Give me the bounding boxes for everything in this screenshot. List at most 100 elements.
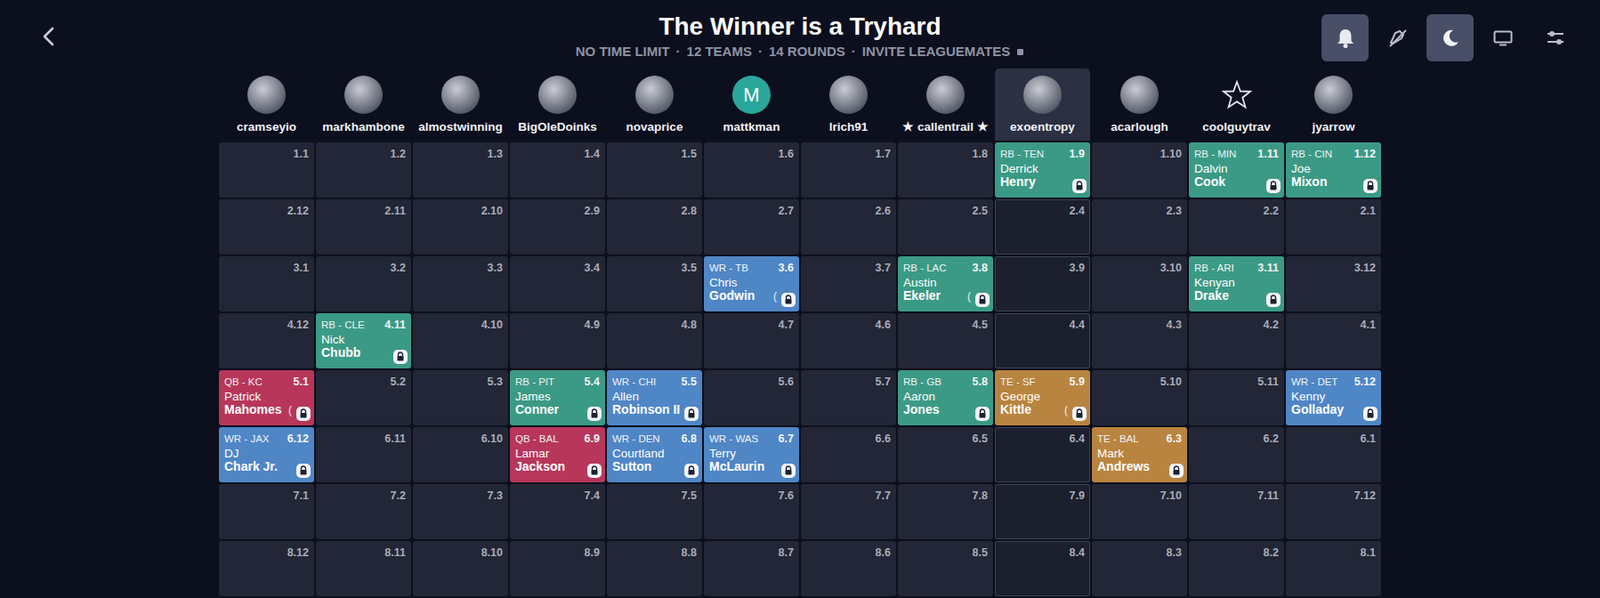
- pick-cell[interactable]: WR - TB 3.6 Chris Godwin (: [703, 256, 800, 312]
- pick-cell[interactable]: 8.7: [703, 541, 800, 597]
- pick-cell[interactable]: 2.6: [800, 199, 897, 255]
- pick-cell[interactable]: 2.4: [994, 199, 1091, 255]
- pick-cell[interactable]: 6.4: [994, 427, 1091, 483]
- pick-cell[interactable]: 7.1: [218, 484, 315, 540]
- pick-cell[interactable]: 7.5: [606, 484, 703, 540]
- pick-cell[interactable]: 5.11: [1188, 370, 1285, 426]
- team-header[interactable]: ★ callentrail ★: [897, 68, 994, 141]
- pick-cell[interactable]: 7.2: [315, 484, 412, 540]
- pick-cell[interactable]: 3.2: [315, 256, 412, 312]
- pick-cell[interactable]: 7.7: [800, 484, 897, 540]
- pick-cell[interactable]: 3.7: [800, 256, 897, 312]
- pick-cell[interactable]: 6.5: [897, 427, 994, 483]
- pick-cell[interactable]: 3.3: [412, 256, 509, 312]
- pick-cell[interactable]: 4.2: [1188, 313, 1285, 369]
- team-header[interactable]: coolguytrav: [1188, 68, 1285, 141]
- pick-cell[interactable]: 2.8: [606, 199, 703, 255]
- pick-cell[interactable]: 2.5: [897, 199, 994, 255]
- mute-button[interactable]: [1373, 14, 1422, 62]
- pick-cell[interactable]: RB - PIT 5.4 James Conner: [509, 370, 606, 426]
- pick-cell[interactable]: RB - CLE 4.11 Nick Chubb: [315, 313, 412, 369]
- pick-cell[interactable]: WR - JAX 6.12 DJ Chark Jr.: [218, 427, 315, 483]
- team-header[interactable]: cramseyio: [218, 68, 315, 141]
- pick-cell[interactable]: 4.7: [703, 313, 800, 369]
- pick-cell[interactable]: 4.1: [1285, 313, 1382, 369]
- pick-cell[interactable]: RB - LAC 3.8 Austin Ekeler (: [897, 256, 994, 312]
- pick-cell[interactable]: 2.11: [315, 199, 412, 255]
- back-button[interactable]: [39, 24, 59, 49]
- team-header[interactable]: jyarrow: [1285, 68, 1382, 141]
- pick-cell[interactable]: 7.3: [412, 484, 509, 540]
- pick-cell[interactable]: TE - SF 5.9 George Kittle (: [994, 370, 1091, 426]
- pick-cell[interactable]: 1.2: [315, 142, 412, 198]
- pick-cell[interactable]: 1.6: [703, 142, 800, 198]
- pick-cell[interactable]: 4.3: [1091, 313, 1188, 369]
- pick-cell[interactable]: 8.11: [315, 541, 412, 597]
- bell-button[interactable]: [1321, 14, 1369, 62]
- pick-cell[interactable]: 1.3: [412, 142, 509, 198]
- pick-cell[interactable]: 5.7: [800, 370, 897, 426]
- moon-button[interactable]: [1426, 14, 1474, 62]
- team-header[interactable]: BigOleDoinks: [509, 68, 606, 141]
- pick-cell[interactable]: 3.10: [1091, 256, 1188, 312]
- team-header[interactable]: M mattkman: [703, 68, 800, 141]
- pick-cell[interactable]: WR - DEN 6.8 Courtland Sutton: [606, 427, 703, 483]
- pick-cell[interactable]: RB - TEN 1.9 Derrick Henry: [994, 142, 1091, 198]
- pick-cell[interactable]: 7.4: [509, 484, 606, 540]
- pick-cell[interactable]: WR - WAS 6.7 Terry McLaurin: [703, 427, 800, 483]
- pick-cell[interactable]: 6.1: [1285, 427, 1382, 483]
- team-header[interactable]: lrich91: [800, 68, 897, 141]
- pick-cell[interactable]: 3.12: [1285, 256, 1382, 312]
- pick-cell[interactable]: 6.10: [412, 427, 509, 483]
- pick-cell[interactable]: 6.11: [315, 427, 412, 483]
- pick-cell[interactable]: 7.11: [1188, 484, 1285, 540]
- pick-cell[interactable]: 6.2: [1188, 427, 1285, 483]
- pick-cell[interactable]: 2.10: [412, 199, 509, 255]
- pick-cell[interactable]: 8.9: [509, 541, 606, 597]
- pick-cell[interactable]: 8.5: [897, 541, 994, 597]
- pick-cell[interactable]: 2.9: [509, 199, 606, 255]
- pick-cell[interactable]: 7.12: [1285, 484, 1382, 540]
- pick-cell[interactable]: 8.10: [412, 541, 509, 597]
- pick-cell[interactable]: 1.7: [800, 142, 897, 198]
- pick-cell[interactable]: 4.8: [606, 313, 703, 369]
- pick-cell[interactable]: 8.1: [1285, 541, 1382, 597]
- pick-cell[interactable]: 5.2: [315, 370, 412, 426]
- pick-cell[interactable]: 1.8: [897, 142, 994, 198]
- pick-cell[interactable]: 8.2: [1188, 541, 1285, 597]
- pick-cell[interactable]: QB - BAL 6.9 Lamar Jackson: [509, 427, 606, 483]
- pick-cell[interactable]: 3.9: [994, 256, 1091, 312]
- pick-cell[interactable]: 4.5: [897, 313, 994, 369]
- pick-cell[interactable]: 4.12: [218, 313, 315, 369]
- pick-cell[interactable]: 8.4: [994, 541, 1091, 597]
- pick-cell[interactable]: 5.3: [412, 370, 509, 426]
- pick-cell[interactable]: 3.1: [218, 256, 315, 312]
- pick-cell[interactable]: RB - ARI 3.11 Kenyan Drake: [1188, 256, 1285, 312]
- team-header[interactable]: exoentropy: [994, 68, 1091, 141]
- pick-cell[interactable]: 8.12: [218, 541, 315, 597]
- pick-cell[interactable]: 5.10: [1091, 370, 1188, 426]
- pick-cell[interactable]: RB - CIN 1.12 Joe Mixon: [1285, 142, 1382, 198]
- settings-button[interactable]: [1531, 14, 1579, 62]
- pick-cell[interactable]: TE - BAL 6.3 Mark Andrews: [1091, 427, 1188, 483]
- pick-cell[interactable]: 1.5: [606, 142, 703, 198]
- info-item[interactable]: INVITE LEAGUEMATES: [862, 43, 1011, 60]
- pick-cell[interactable]: 4.4: [994, 313, 1091, 369]
- pick-cell[interactable]: WR - CHI 5.5 Allen Robinson II: [606, 370, 703, 426]
- pick-cell[interactable]: 6.6: [800, 427, 897, 483]
- pick-cell[interactable]: 4.6: [800, 313, 897, 369]
- team-header[interactable]: almostwinning: [412, 68, 509, 141]
- pick-cell[interactable]: 7.9: [994, 484, 1091, 540]
- pick-cell[interactable]: 7.10: [1091, 484, 1188, 540]
- pick-cell[interactable]: 3.4: [509, 256, 606, 312]
- pick-cell[interactable]: 5.6: [703, 370, 800, 426]
- copy-icon[interactable]: [1016, 48, 1025, 57]
- pick-cell[interactable]: 1.4: [509, 142, 606, 198]
- pick-cell[interactable]: 2.7: [703, 199, 800, 255]
- pick-cell[interactable]: 8.6: [800, 541, 897, 597]
- team-header[interactable]: markhambone: [315, 68, 412, 141]
- pick-cell[interactable]: WR - DET 5.12 Kenny Golladay: [1285, 370, 1382, 426]
- pick-cell[interactable]: 8.3: [1091, 541, 1188, 597]
- pick-cell[interactable]: RB - GB 5.8 Aaron Jones: [897, 370, 994, 426]
- pick-cell[interactable]: 7.6: [703, 484, 800, 540]
